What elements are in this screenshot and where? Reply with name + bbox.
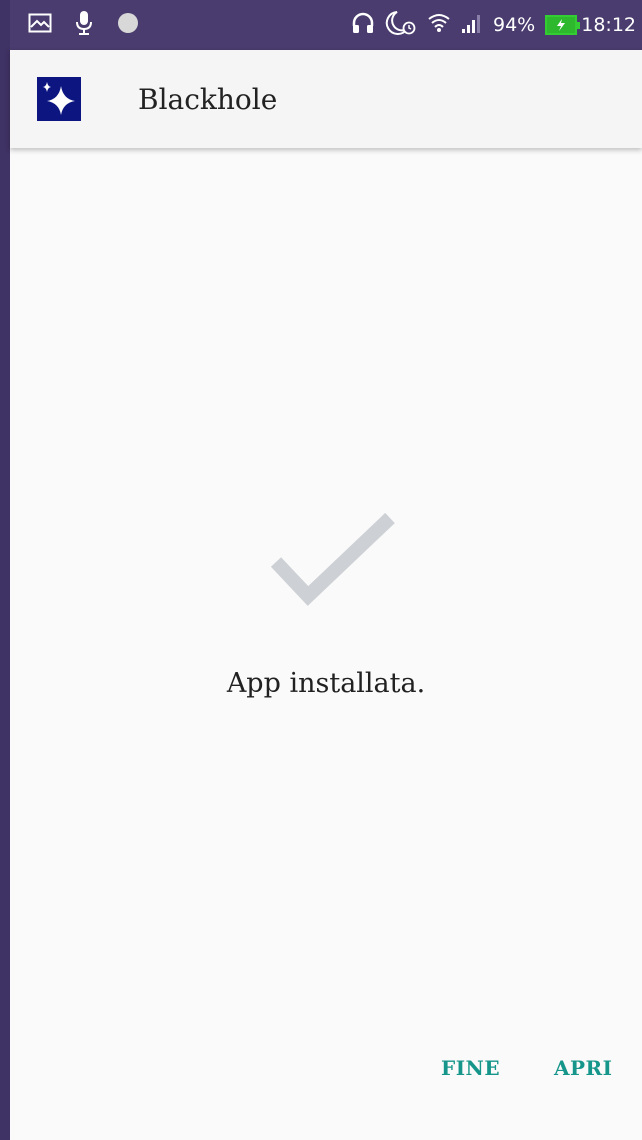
status-bar-notifications [28,10,162,40]
check-icon [268,512,396,612]
microphone-icon [74,10,94,40]
sparkle-icon [37,77,81,121]
signal-icon [461,12,483,38]
circle-icon [116,11,140,39]
clock: 18:12 [581,14,636,36]
image-icon [28,13,52,37]
wifi-icon [427,11,451,39]
status-bar-system: 94% 18:12 [341,10,636,40]
phone-screen: 94% 18:12 Blackhole App installata. FINE… [0,0,642,1140]
install-screen: Blackhole App installata. FINE APRI [10,50,642,1140]
open-button[interactable]: APRI [546,1050,621,1086]
status-bar: 94% 18:12 [10,0,642,50]
app-bar: Blackhole [10,50,642,148]
app-title: Blackhole [138,83,278,116]
battery-percent: 94% [493,14,536,36]
done-button[interactable]: FINE [433,1050,508,1086]
headphones-icon [351,11,375,39]
moon-alarm-icon [385,10,417,40]
battery-icon [545,15,581,35]
install-status-message: App installata. [226,668,426,699]
